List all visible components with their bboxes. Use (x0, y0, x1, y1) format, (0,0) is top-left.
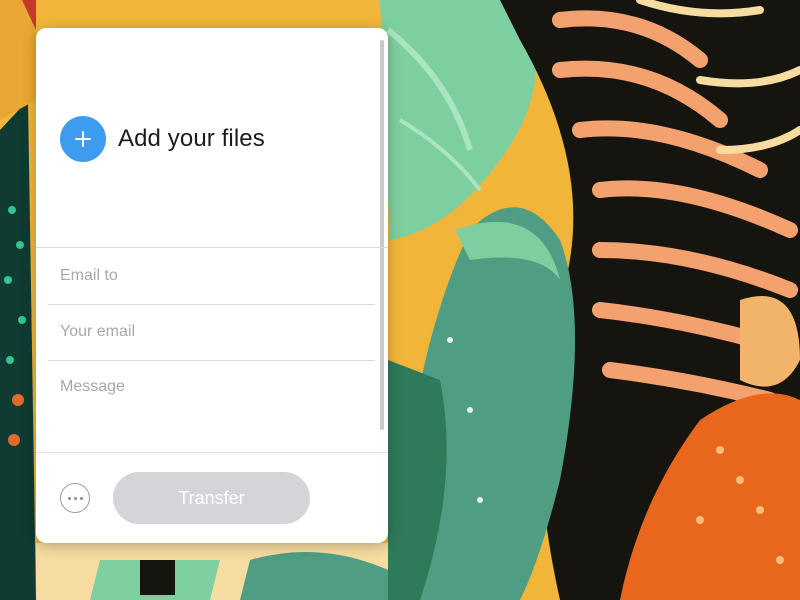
dot (79, 496, 83, 500)
divider (36, 452, 388, 453)
divider (48, 360, 375, 361)
transfer-button[interactable]: Transfer (113, 472, 310, 524)
your-email-field[interactable] (48, 316, 375, 348)
transfer-panel: Add your files Transfer (36, 28, 388, 543)
divider (48, 304, 375, 305)
more-options-icon[interactable] (60, 483, 90, 513)
dot (67, 496, 71, 500)
add-files-label: Add your files (118, 125, 265, 152)
divider (36, 247, 388, 248)
email-to-field[interactable] (48, 260, 375, 292)
plus-icon[interactable] (60, 116, 106, 162)
dot (73, 496, 77, 500)
message-field[interactable] (48, 378, 375, 438)
scrollbar[interactable] (380, 40, 384, 430)
add-files-button[interactable]: Add your files (60, 116, 265, 162)
